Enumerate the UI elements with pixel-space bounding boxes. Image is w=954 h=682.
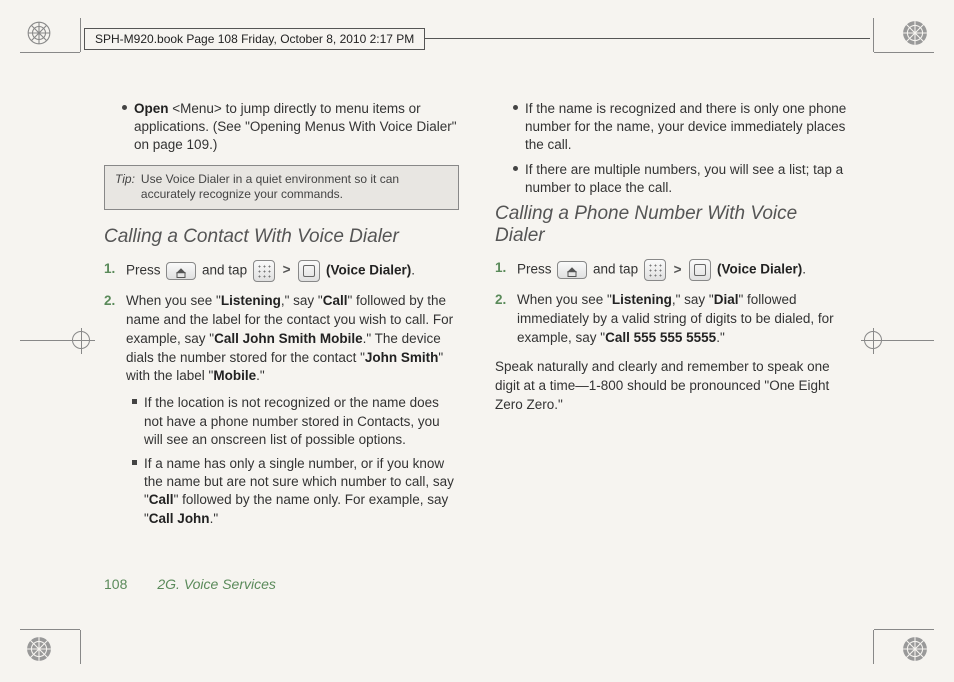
tip-box: Tip: Use Voice Dialer in a quiet environ… bbox=[104, 165, 459, 210]
cropmark bbox=[80, 18, 81, 52]
tip-label: Tip: bbox=[115, 172, 135, 203]
section-title: 2G. Voice Services bbox=[157, 576, 276, 592]
chevron-right-icon: > bbox=[283, 262, 291, 277]
left-column: Open <Menu> to jump directly to menu ite… bbox=[104, 100, 459, 602]
step-2: When you see "Listening," say "Call" fol… bbox=[104, 292, 459, 528]
heading-calling-contact: Calling a Contact With Voice Dialer bbox=[104, 226, 459, 248]
bullet-item: If the name is recognized and there is o… bbox=[513, 100, 850, 155]
ornament-icon bbox=[26, 20, 52, 46]
paragraph: Speak naturally and clearly and remember… bbox=[495, 358, 850, 415]
page-header: SPH-M920.book Page 108 Friday, October 8… bbox=[84, 28, 425, 50]
tip-text: Use Voice Dialer in a quiet environment … bbox=[141, 172, 448, 203]
page-content: Open <Menu> to jump directly to menu ite… bbox=[104, 100, 850, 602]
registration-mark bbox=[864, 331, 882, 349]
bullet-open: Open <Menu> to jump directly to menu ite… bbox=[122, 100, 459, 155]
right-column: If the name is recognized and there is o… bbox=[495, 100, 850, 602]
cropmark bbox=[874, 52, 934, 53]
square-bullet-icon bbox=[132, 455, 138, 528]
registration-mark bbox=[72, 331, 90, 349]
steps-list: Press and tap > (Voice Dialer). When you… bbox=[104, 260, 459, 528]
sub-bullet: If the location is not recognized or the… bbox=[132, 394, 459, 449]
home-key-icon bbox=[166, 262, 196, 280]
bullet-item: If there are multiple numbers, you will … bbox=[513, 161, 850, 197]
heading-calling-number: Calling a Phone Number With Voice Dialer bbox=[495, 203, 850, 247]
step-1: Press and tap > (Voice Dialer). bbox=[104, 260, 459, 282]
chevron-right-icon: > bbox=[674, 262, 682, 277]
ornament-icon bbox=[902, 636, 928, 662]
cropmark bbox=[874, 629, 934, 630]
voice-dialer-icon bbox=[689, 259, 711, 281]
bullet-icon bbox=[122, 100, 128, 155]
apps-grid-icon bbox=[644, 259, 666, 281]
page-number: 108 bbox=[104, 576, 127, 592]
ornament-icon bbox=[26, 636, 52, 662]
home-key-icon bbox=[557, 261, 587, 279]
bullet-text: If the name is recognized and there is o… bbox=[525, 100, 850, 155]
sub-bullet-text: If a name has only a single number, or i… bbox=[144, 455, 459, 528]
step-1: Press and tap > (Voice Dialer). bbox=[495, 259, 850, 281]
cropmark bbox=[20, 52, 80, 53]
step-2: When you see "Listening," say "Dial" fol… bbox=[495, 291, 850, 348]
cropmark bbox=[80, 630, 81, 664]
sub-bullet: If a name has only a single number, or i… bbox=[132, 455, 459, 528]
voice-dialer-icon bbox=[298, 260, 320, 282]
cropmark bbox=[873, 630, 874, 664]
bullet-icon bbox=[513, 161, 519, 197]
sub-bullet-text: If the location is not recognized or the… bbox=[144, 394, 459, 449]
bullet-text: If there are multiple numbers, you will … bbox=[525, 161, 850, 197]
square-bullet-icon bbox=[132, 394, 138, 449]
bullet-text: Open <Menu> to jump directly to menu ite… bbox=[134, 100, 459, 155]
cropmark bbox=[873, 18, 874, 52]
ornament-icon bbox=[902, 20, 928, 46]
cropmark bbox=[20, 629, 80, 630]
apps-grid-icon bbox=[253, 260, 275, 282]
steps-list: Press and tap > (Voice Dialer). When you… bbox=[495, 259, 850, 348]
page-footer: 108 2G. Voice Services bbox=[104, 576, 276, 592]
bullet-icon bbox=[513, 100, 519, 155]
